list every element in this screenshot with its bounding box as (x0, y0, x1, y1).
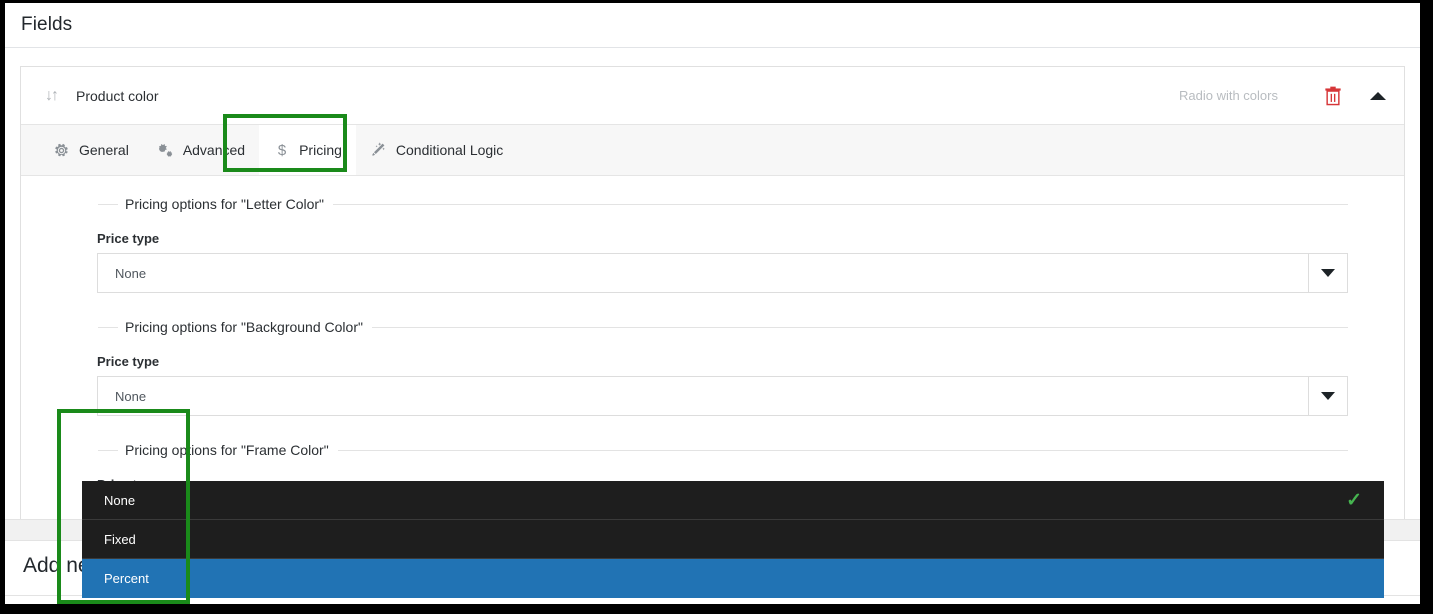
legend-rule (337, 449, 1348, 451)
page-title: Fields (21, 14, 73, 35)
sliders-gears-icon (157, 143, 174, 158)
check-icon: ✓ (1346, 489, 1362, 511)
page-heading: Fields (5, 3, 1420, 48)
pricing-group-background-color: Pricing options for "Background Color" P… (21, 317, 1404, 416)
group-legend: Pricing options for "Background Color" (98, 317, 1348, 337)
dropdown-option-none[interactable]: None ✓ (82, 481, 1384, 520)
select-arrow-cell[interactable] (1308, 254, 1347, 292)
screenshot-root: Fields ↓↑ Product color Radio with color… (0, 0, 1433, 614)
tab-label: General (79, 142, 129, 158)
dollar-icon: $ (273, 142, 290, 158)
field-type-label: Radio with colors (1179, 88, 1278, 103)
group-legend: Pricing options for "Letter Color" (98, 194, 1348, 214)
dropdown-option-label: None (104, 492, 136, 508)
legend-dash-left (98, 449, 118, 451)
price-type-dropdown-menu[interactable]: None ✓ Fixed Percent (82, 481, 1384, 598)
select-arrow-cell[interactable] (1308, 377, 1347, 415)
gear-icon (53, 143, 70, 158)
dropdown-option-label: Fixed (104, 531, 136, 547)
browser-viewport: Fields ↓↑ Product color Radio with color… (5, 3, 1420, 604)
field-tabs: General Advanced $ Pricing Conditional L… (21, 125, 1404, 176)
tab-label: Advanced (182, 142, 246, 158)
tab-label: Conditional Logic (395, 142, 504, 158)
price-type-label: Price type (97, 354, 160, 369)
tab-general[interactable]: General (39, 125, 143, 175)
price-type-label: Price type (97, 231, 160, 246)
caret-up-icon[interactable] (1370, 91, 1386, 100)
group-legend: Pricing options for "Frame Color" (98, 440, 1348, 460)
caret-down-icon (1321, 269, 1335, 277)
pricing-group-letter-color: Pricing options for "Letter Color" Price… (21, 194, 1404, 293)
group-legend-text: Pricing options for "Letter Color" (125, 196, 325, 212)
field-title: Product color (76, 87, 159, 104)
group-legend-text: Pricing options for "Background Color" (125, 319, 363, 335)
trash-icon[interactable] (1324, 86, 1342, 106)
price-type-value: None (115, 265, 147, 281)
tab-pricing[interactable]: $ Pricing (259, 125, 356, 175)
dropdown-option-percent[interactable]: Percent (82, 559, 1384, 598)
tab-label: Pricing (299, 142, 342, 158)
field-header-actions: Radio with colors (1179, 86, 1404, 106)
tab-conditional-logic[interactable]: Conditional Logic (356, 125, 517, 175)
legend-rule (371, 326, 1348, 328)
price-type-select[interactable]: None (97, 376, 1348, 416)
price-type-value: None (115, 388, 147, 404)
legend-rule (333, 203, 1348, 205)
legend-dash-left (98, 203, 118, 205)
price-type-select[interactable]: None (97, 253, 1348, 293)
caret-down-icon (1321, 392, 1335, 400)
legend-dash-left (98, 326, 118, 328)
tab-advanced[interactable]: Advanced (143, 125, 259, 175)
group-legend-text: Pricing options for "Frame Color" (125, 442, 329, 458)
dropdown-option-fixed[interactable]: Fixed (82, 520, 1384, 559)
field-header: ↓↑ Product color Radio with colors (21, 67, 1404, 125)
magic-wand-icon (370, 142, 387, 158)
dropdown-option-label: Percent (104, 570, 149, 586)
svg-text:$: $ (277, 142, 286, 158)
sort-updown-icon[interactable]: ↓↑ (40, 87, 62, 104)
